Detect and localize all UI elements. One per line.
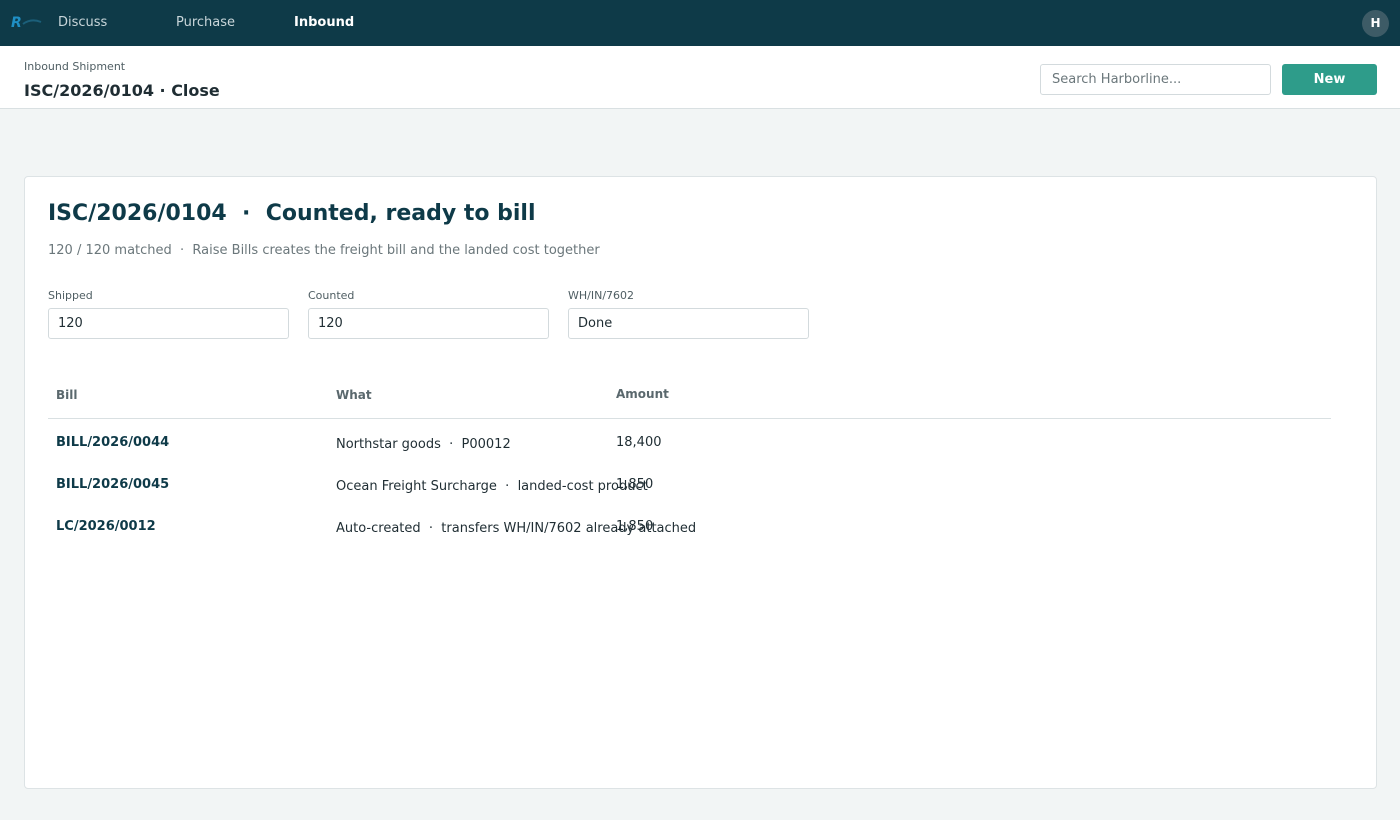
- receipt-status-label: WH/IN/7602: [568, 289, 635, 302]
- shipped-label: Shipped: [48, 289, 93, 302]
- bill-amount: 1,850: [616, 477, 654, 492]
- table-row[interactable]: BILL/2026/0045 Ocean Freight Surcharge ·…: [48, 477, 1331, 519]
- column-header-amount: Amount: [616, 387, 669, 401]
- column-header-what: What: [336, 388, 372, 402]
- nav-item-discuss[interactable]: Discuss: [58, 15, 107, 31]
- table-header-divider: [48, 418, 1331, 419]
- bill-link[interactable]: BILL/2026/0044: [56, 435, 169, 450]
- control-panel: Inbound Shipment ISC/2026/0104 · Close N…: [0, 46, 1400, 109]
- card-subtitle: 120 / 120 matched · Raise Bills creates …: [48, 243, 600, 258]
- table-row[interactable]: BILL/2026/0044 Northstar goods · P00012 …: [48, 435, 1331, 477]
- bill-amount: 18,400: [616, 435, 662, 450]
- svg-text:R: R: [11, 15, 22, 31]
- receipt-status-field[interactable]: [568, 308, 809, 339]
- search-input[interactable]: [1040, 64, 1271, 95]
- top-navbar: R Discuss Purchase Inbound H: [0, 0, 1400, 46]
- shipped-field[interactable]: [48, 308, 289, 339]
- table-row[interactable]: LC/2026/0012 Auto-created · transfers WH…: [48, 519, 1331, 561]
- counted-label: Counted: [308, 289, 355, 302]
- nav-item-purchase[interactable]: Purchase: [176, 15, 235, 31]
- bill-link[interactable]: BILL/2026/0045: [56, 477, 169, 492]
- bill-amount: 1,850: [616, 519, 654, 534]
- column-header-bill: Bill: [56, 388, 78, 402]
- nav-item-inbound[interactable]: Inbound: [294, 15, 354, 31]
- page-title: ISC/2026/0104 · Close: [24, 81, 220, 100]
- user-avatar[interactable]: H: [1362, 10, 1389, 37]
- app-logo-icon[interactable]: R: [9, 12, 45, 32]
- new-button[interactable]: New: [1282, 64, 1377, 95]
- landed-cost-link[interactable]: LC/2026/0012: [56, 519, 156, 534]
- breadcrumb[interactable]: Inbound Shipment: [24, 60, 125, 73]
- counted-field[interactable]: [308, 308, 549, 339]
- shipment-card: ISC/2026/0104 · Counted, ready to bill 1…: [24, 176, 1377, 789]
- card-title: ISC/2026/0104 · Counted, ready to bill: [48, 201, 536, 226]
- bill-description: Ocean Freight Surcharge · landed-cost pr…: [336, 479, 648, 494]
- bill-description: Northstar goods · P00012: [336, 437, 511, 452]
